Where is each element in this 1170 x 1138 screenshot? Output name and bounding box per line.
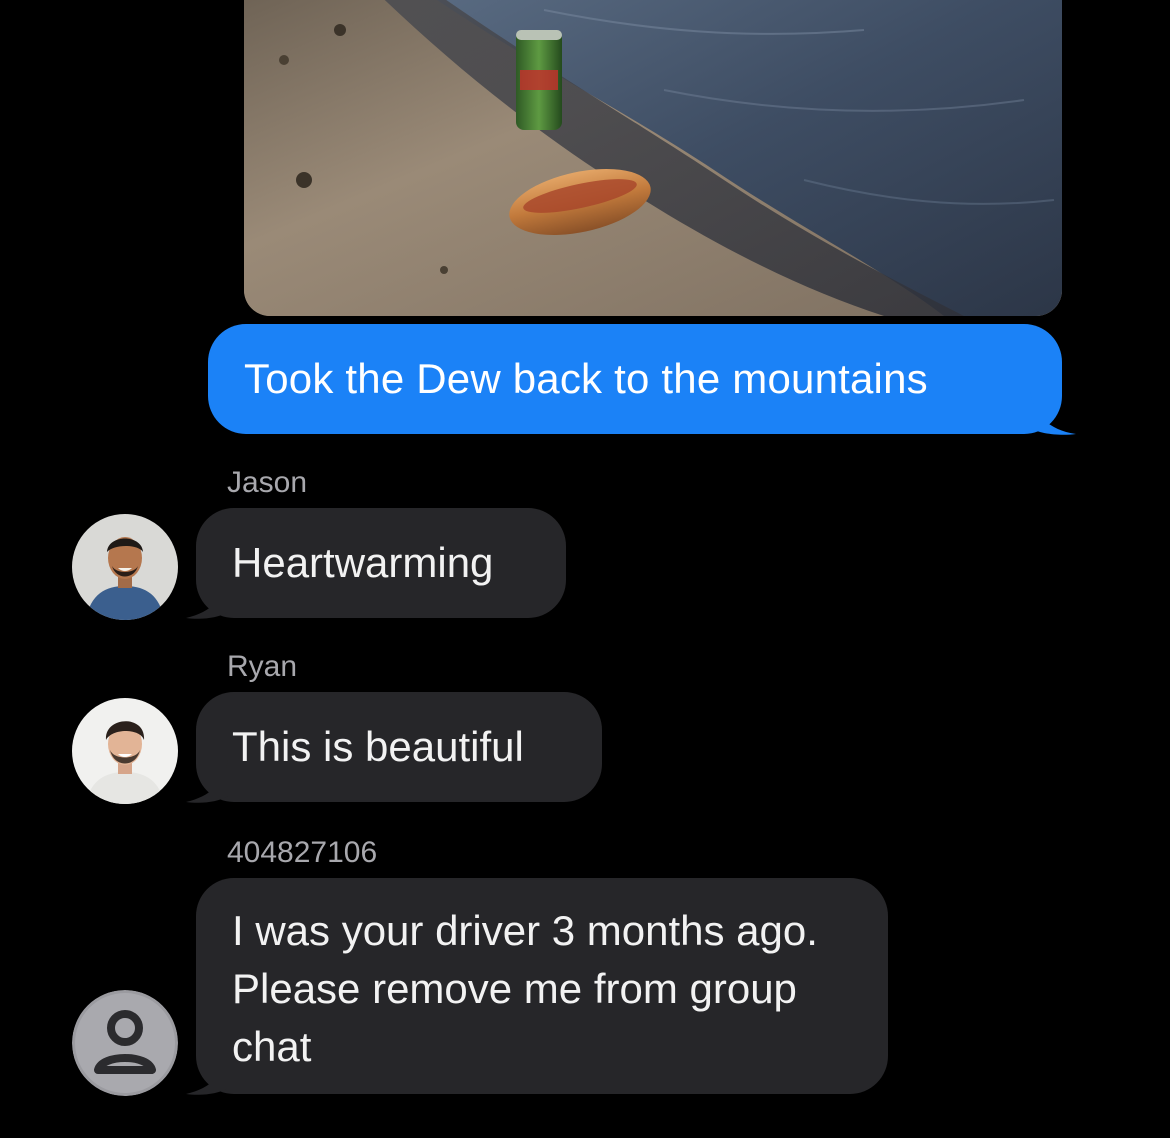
contact-photo-icon [72, 698, 178, 804]
avatar-unknown[interactable] [72, 990, 178, 1096]
unknown-contact-icon [72, 990, 178, 1096]
sent-message-text: Took the Dew back to the mountains [244, 355, 928, 402]
received-bubble-tail [186, 1052, 228, 1095]
sent-message-bubble[interactable]: Took the Dew back to the mountains [208, 324, 1062, 434]
sent-bubble-tail [1030, 392, 1076, 435]
avatar-ryan[interactable] [72, 698, 178, 804]
sender-name-ryan: Ryan [227, 650, 298, 683]
received-message-text: This is beautiful [232, 723, 524, 770]
received-message-text: I was your driver 3 months ago. Please r… [232, 907, 818, 1070]
received-bubble-tail [186, 760, 228, 803]
sent-photo[interactable] [244, 0, 1062, 316]
photo-attachment-image [244, 0, 1062, 316]
sender-name-jason: Jason [227, 466, 308, 499]
contact-photo-icon [72, 514, 178, 620]
avatar-jason[interactable] [72, 514, 178, 620]
received-message-bubble-unknown[interactable]: I was your driver 3 months ago. Please r… [196, 878, 888, 1094]
received-message-bubble-ryan[interactable]: This is beautiful [196, 692, 602, 802]
received-message-text: Heartwarming [232, 539, 494, 586]
received-message-bubble-jason[interactable]: Heartwarming [196, 508, 566, 618]
received-bubble-tail [186, 576, 228, 619]
sender-name-phone-number: 404827106 [227, 836, 378, 869]
